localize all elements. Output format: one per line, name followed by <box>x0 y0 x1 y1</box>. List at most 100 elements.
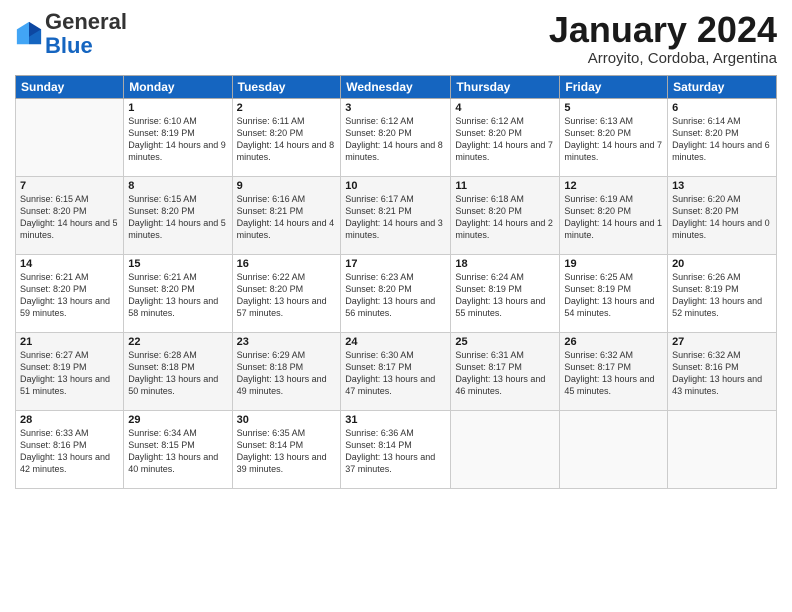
calendar-cell <box>451 410 560 488</box>
weekday-header-thursday: Thursday <box>451 75 560 98</box>
day-info: Sunrise: 6:26 AMSunset: 8:19 PMDaylight:… <box>672 271 772 320</box>
day-info: Sunrise: 6:14 AMSunset: 8:20 PMDaylight:… <box>672 115 772 164</box>
day-number: 20 <box>672 258 772 270</box>
calendar-cell: 24Sunrise: 6:30 AMSunset: 8:17 PMDayligh… <box>341 332 451 410</box>
calendar-cell: 13Sunrise: 6:20 AMSunset: 8:20 PMDayligh… <box>668 176 777 254</box>
day-number: 22 <box>128 336 227 348</box>
day-number: 27 <box>672 336 772 348</box>
calendar-table: SundayMondayTuesdayWednesdayThursdayFrid… <box>15 75 777 489</box>
day-info: Sunrise: 6:32 AMSunset: 8:17 PMDaylight:… <box>564 349 663 398</box>
day-info: Sunrise: 6:23 AMSunset: 8:20 PMDaylight:… <box>345 271 446 320</box>
day-info: Sunrise: 6:17 AMSunset: 8:21 PMDaylight:… <box>345 193 446 242</box>
weekday-header-saturday: Saturday <box>668 75 777 98</box>
calendar-cell: 23Sunrise: 6:29 AMSunset: 8:18 PMDayligh… <box>232 332 341 410</box>
weekday-header-monday: Monday <box>124 75 232 98</box>
day-number: 19 <box>564 258 663 270</box>
day-info: Sunrise: 6:12 AMSunset: 8:20 PMDaylight:… <box>455 115 555 164</box>
calendar-cell: 10Sunrise: 6:17 AMSunset: 8:21 PMDayligh… <box>341 176 451 254</box>
calendar-cell: 12Sunrise: 6:19 AMSunset: 8:20 PMDayligh… <box>560 176 668 254</box>
calendar-cell: 1Sunrise: 6:10 AMSunset: 8:19 PMDaylight… <box>124 98 232 176</box>
day-number: 8 <box>128 180 227 192</box>
calendar-cell: 18Sunrise: 6:24 AMSunset: 8:19 PMDayligh… <box>451 254 560 332</box>
day-number: 26 <box>564 336 663 348</box>
calendar-cell <box>560 410 668 488</box>
day-info: Sunrise: 6:29 AMSunset: 8:18 PMDaylight:… <box>237 349 337 398</box>
logo-general: General <box>45 9 127 34</box>
calendar-cell: 14Sunrise: 6:21 AMSunset: 8:20 PMDayligh… <box>16 254 124 332</box>
day-number: 16 <box>237 258 337 270</box>
day-info: Sunrise: 6:27 AMSunset: 8:19 PMDaylight:… <box>20 349 119 398</box>
calendar-cell: 20Sunrise: 6:26 AMSunset: 8:19 PMDayligh… <box>668 254 777 332</box>
day-info: Sunrise: 6:28 AMSunset: 8:18 PMDaylight:… <box>128 349 227 398</box>
day-info: Sunrise: 6:25 AMSunset: 8:19 PMDaylight:… <box>564 271 663 320</box>
calendar-cell: 9Sunrise: 6:16 AMSunset: 8:21 PMDaylight… <box>232 176 341 254</box>
day-number: 1 <box>128 102 227 114</box>
month-title: January 2024 <box>549 10 777 50</box>
day-info: Sunrise: 6:21 AMSunset: 8:20 PMDaylight:… <box>128 271 227 320</box>
calendar-cell: 31Sunrise: 6:36 AMSunset: 8:14 PMDayligh… <box>341 410 451 488</box>
day-number: 2 <box>237 102 337 114</box>
day-info: Sunrise: 6:12 AMSunset: 8:20 PMDaylight:… <box>345 115 446 164</box>
weekday-header-friday: Friday <box>560 75 668 98</box>
page-container: General Blue January 2024 Arroyito, Cord… <box>0 0 792 612</box>
day-info: Sunrise: 6:11 AMSunset: 8:20 PMDaylight:… <box>237 115 337 164</box>
day-info: Sunrise: 6:22 AMSunset: 8:20 PMDaylight:… <box>237 271 337 320</box>
header: General Blue January 2024 Arroyito, Cord… <box>15 10 777 67</box>
weekday-header-row: SundayMondayTuesdayWednesdayThursdayFrid… <box>16 75 777 98</box>
calendar-cell: 29Sunrise: 6:34 AMSunset: 8:15 PMDayligh… <box>124 410 232 488</box>
weekday-header-tuesday: Tuesday <box>232 75 341 98</box>
day-number: 10 <box>345 180 446 192</box>
day-info: Sunrise: 6:15 AMSunset: 8:20 PMDaylight:… <box>20 193 119 242</box>
calendar-cell: 15Sunrise: 6:21 AMSunset: 8:20 PMDayligh… <box>124 254 232 332</box>
day-number: 3 <box>345 102 446 114</box>
day-info: Sunrise: 6:10 AMSunset: 8:19 PMDaylight:… <box>128 115 227 164</box>
week-row-3: 14Sunrise: 6:21 AMSunset: 8:20 PMDayligh… <box>16 254 777 332</box>
logo-blue: Blue <box>45 33 93 58</box>
day-number: 11 <box>455 180 555 192</box>
calendar-cell: 21Sunrise: 6:27 AMSunset: 8:19 PMDayligh… <box>16 332 124 410</box>
day-info: Sunrise: 6:20 AMSunset: 8:20 PMDaylight:… <box>672 193 772 242</box>
day-number: 9 <box>237 180 337 192</box>
day-info: Sunrise: 6:30 AMSunset: 8:17 PMDaylight:… <box>345 349 446 398</box>
calendar-cell <box>668 410 777 488</box>
day-number: 7 <box>20 180 119 192</box>
calendar-cell: 27Sunrise: 6:32 AMSunset: 8:16 PMDayligh… <box>668 332 777 410</box>
calendar-cell: 8Sunrise: 6:15 AMSunset: 8:20 PMDaylight… <box>124 176 232 254</box>
logo: General Blue <box>15 10 127 58</box>
calendar-cell: 25Sunrise: 6:31 AMSunset: 8:17 PMDayligh… <box>451 332 560 410</box>
day-number: 18 <box>455 258 555 270</box>
weekday-header-wednesday: Wednesday <box>341 75 451 98</box>
day-number: 23 <box>237 336 337 348</box>
calendar-cell: 26Sunrise: 6:32 AMSunset: 8:17 PMDayligh… <box>560 332 668 410</box>
calendar-cell <box>16 98 124 176</box>
day-info: Sunrise: 6:33 AMSunset: 8:16 PMDaylight:… <box>20 427 119 476</box>
day-number: 12 <box>564 180 663 192</box>
day-number: 5 <box>564 102 663 114</box>
calendar-cell: 5Sunrise: 6:13 AMSunset: 8:20 PMDaylight… <box>560 98 668 176</box>
title-area: January 2024 Arroyito, Cordoba, Argentin… <box>549 10 777 67</box>
day-number: 6 <box>672 102 772 114</box>
week-row-5: 28Sunrise: 6:33 AMSunset: 8:16 PMDayligh… <box>16 410 777 488</box>
logo-icon <box>15 20 43 48</box>
weekday-header-sunday: Sunday <box>16 75 124 98</box>
calendar-cell: 22Sunrise: 6:28 AMSunset: 8:18 PMDayligh… <box>124 332 232 410</box>
day-number: 29 <box>128 414 227 426</box>
day-info: Sunrise: 6:16 AMSunset: 8:21 PMDaylight:… <box>237 193 337 242</box>
calendar-cell: 28Sunrise: 6:33 AMSunset: 8:16 PMDayligh… <box>16 410 124 488</box>
calendar-cell: 11Sunrise: 6:18 AMSunset: 8:20 PMDayligh… <box>451 176 560 254</box>
location: Arroyito, Cordoba, Argentina <box>549 50 777 67</box>
calendar-cell: 17Sunrise: 6:23 AMSunset: 8:20 PMDayligh… <box>341 254 451 332</box>
day-info: Sunrise: 6:21 AMSunset: 8:20 PMDaylight:… <box>20 271 119 320</box>
day-number: 25 <box>455 336 555 348</box>
week-row-1: 1Sunrise: 6:10 AMSunset: 8:19 PMDaylight… <box>16 98 777 176</box>
calendar-cell: 3Sunrise: 6:12 AMSunset: 8:20 PMDaylight… <box>341 98 451 176</box>
day-info: Sunrise: 6:24 AMSunset: 8:19 PMDaylight:… <box>455 271 555 320</box>
calendar-cell: 7Sunrise: 6:15 AMSunset: 8:20 PMDaylight… <box>16 176 124 254</box>
day-info: Sunrise: 6:19 AMSunset: 8:20 PMDaylight:… <box>564 193 663 242</box>
calendar-cell: 6Sunrise: 6:14 AMSunset: 8:20 PMDaylight… <box>668 98 777 176</box>
day-info: Sunrise: 6:36 AMSunset: 8:14 PMDaylight:… <box>345 427 446 476</box>
day-number: 31 <box>345 414 446 426</box>
day-info: Sunrise: 6:35 AMSunset: 8:14 PMDaylight:… <box>237 427 337 476</box>
calendar-header: SundayMondayTuesdayWednesdayThursdayFrid… <box>16 75 777 98</box>
week-row-4: 21Sunrise: 6:27 AMSunset: 8:19 PMDayligh… <box>16 332 777 410</box>
